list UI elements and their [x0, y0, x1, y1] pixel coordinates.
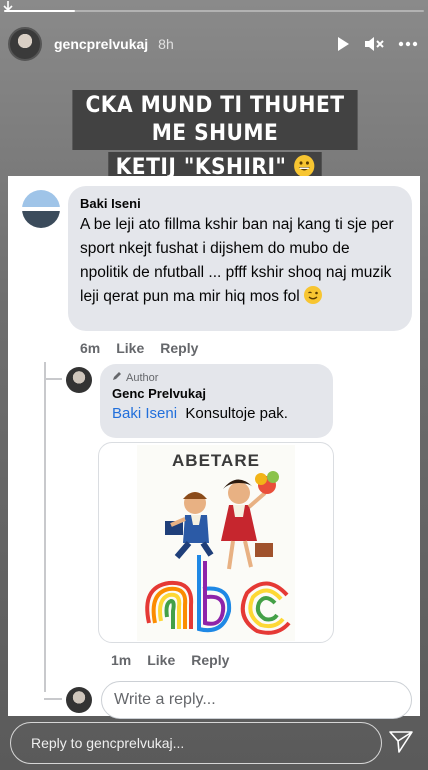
comment-actions: 6m Like Reply — [80, 340, 198, 356]
thread-line — [44, 362, 46, 692]
reply-author-avatar — [66, 367, 92, 393]
comment-text: A be leji ato fillma kshir ban naj kang … — [80, 216, 394, 305]
reply-text: Konsultoje pak. — [185, 405, 288, 422]
story-progress-bar — [4, 10, 424, 13]
story-caption: CKA MUND TI THUHET ME SHUME KETIJ "KSHIR… — [60, 90, 370, 184]
pencil-icon — [112, 371, 122, 384]
story-reply-input[interactable]: Reply to gencprelvukaj... — [10, 722, 382, 764]
story-controls — [336, 35, 418, 53]
play-icon[interactable] — [336, 36, 350, 52]
reply-mention: Baki Iseni — [112, 405, 178, 422]
reply-like-button[interactable]: Like — [147, 652, 175, 668]
grinning-emoji-icon — [294, 155, 315, 177]
avatar[interactable] — [8, 27, 42, 61]
commenter-avatar — [22, 190, 60, 228]
back-arrow-icon[interactable] — [2, 0, 16, 14]
abetare-book-cover: ABETARE — [137, 445, 295, 641]
comment-like-button[interactable]: Like — [116, 340, 144, 356]
reply-image-card: ABETARE — [98, 442, 334, 643]
comment-text-wrap: A be leji ato fillma kshir ban naj kang … — [80, 213, 400, 309]
reply-text-wrap: Baki Iseni Konsultoje pak. — [112, 405, 321, 422]
mute-icon[interactable] — [364, 35, 384, 53]
write-reply-row: Write a reply... — [66, 681, 412, 719]
thread-branch — [44, 378, 62, 380]
reply-bubble: Author Genc Prelvukaj Baki Iseni Konsult… — [100, 364, 333, 438]
story-header: gencprelvukaj 8h — [8, 26, 418, 62]
write-reply-input[interactable]: Write a reply... — [101, 681, 412, 719]
comment-reply-button[interactable]: Reply — [160, 340, 198, 356]
post-time: 8h — [158, 36, 174, 52]
send-icon[interactable] — [388, 730, 414, 759]
comment-author: Baki Iseni — [80, 196, 141, 211]
comment-bubble: Baki Iseni A be leji ato fillma kshir ba… — [68, 186, 412, 331]
comment-screenshot: Baki Iseni A be leji ato fillma kshir ba… — [8, 176, 420, 719]
reply-author: Genc Prelvukaj — [112, 386, 206, 401]
reply-actions: 1m Like Reply — [111, 652, 229, 668]
reply-reply-button[interactable]: Reply — [191, 652, 229, 668]
author-badge: Author — [112, 371, 321, 384]
username[interactable]: gencprelvukaj — [54, 36, 148, 52]
reply-time: 1m — [111, 652, 132, 668]
thread-branch-2 — [44, 698, 62, 700]
abetare-illustration — [145, 471, 291, 635]
caption-line-1: CKA MUND TI THUHET ME SHUME — [72, 90, 358, 150]
current-user-avatar — [66, 687, 92, 713]
more-options-icon[interactable] — [398, 41, 418, 47]
author-badge-label: Author — [126, 371, 159, 384]
comment-time: 6m — [80, 340, 101, 356]
winking-emoji-icon — [303, 286, 322, 304]
